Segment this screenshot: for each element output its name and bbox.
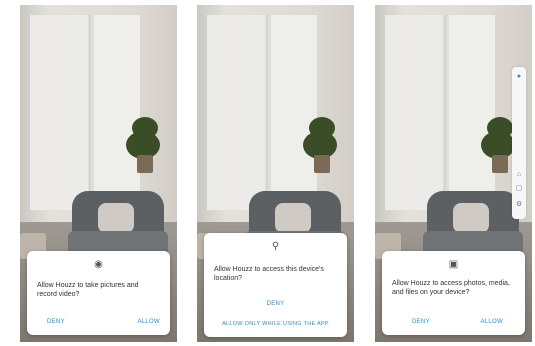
deny-button[interactable]: DENY (204, 301, 347, 307)
permission-dialog: ◉ Allow Houzz to take pictures and recor… (27, 251, 170, 335)
allow-button[interactable]: ALLOW (480, 319, 503, 325)
permission-dialog: ▣ Allow Houzz to access photos, media, a… (382, 251, 525, 335)
allow-button[interactable]: ALLOW (137, 319, 160, 325)
deny-button[interactable]: DENY (47, 319, 65, 325)
camera-icon: ◉ (94, 259, 103, 270)
location-pin-icon: ⚲ (271, 241, 280, 252)
dialog-message: Allow Houzz to access photos, media, and… (392, 280, 510, 296)
allow-while-using-button[interactable]: ALLOW ONLY WHILE USING THE APP (204, 321, 347, 327)
curtain-right (449, 15, 495, 210)
window-frame (444, 15, 446, 210)
curtain-left (30, 15, 88, 210)
pillow (275, 203, 311, 233)
screen-2: ⚲ Allow Houzz to access this device's lo… (197, 5, 354, 342)
pillow (453, 203, 489, 233)
plant-pot (492, 155, 508, 173)
plant-pot (314, 155, 330, 173)
screen-1: ◉ Allow Houzz to take pictures and recor… (20, 5, 177, 342)
window-frame (89, 15, 91, 210)
dialog-message: Allow Houzz to take pictures and record … (37, 282, 139, 298)
curtain-right (271, 15, 317, 210)
curtain-left (207, 15, 265, 210)
settings-icon[interactable]: ⚙ (515, 201, 523, 209)
curtain-left (385, 15, 443, 210)
deny-button[interactable]: DENY (412, 319, 430, 325)
pillow (98, 203, 134, 233)
window-frame (266, 15, 268, 210)
dialog-message: Allow Houzz to access this device's loca… (214, 266, 324, 282)
tool-strip: ● ⌂ ▢ ⚙ (512, 67, 526, 219)
permission-dialog: ⚲ Allow Houzz to access this device's lo… (204, 233, 347, 337)
curtain-right (94, 15, 140, 210)
share-icon[interactable]: ▢ (515, 185, 523, 193)
home-icon[interactable]: ⌂ (515, 171, 523, 179)
screen-3: ● ⌂ ▢ ⚙ ▣ Allow Houzz to access photos, … (375, 5, 532, 342)
plant-pot (137, 155, 153, 173)
info-icon[interactable]: ● (515, 73, 523, 81)
photo-media-icon: ▣ (448, 259, 459, 270)
